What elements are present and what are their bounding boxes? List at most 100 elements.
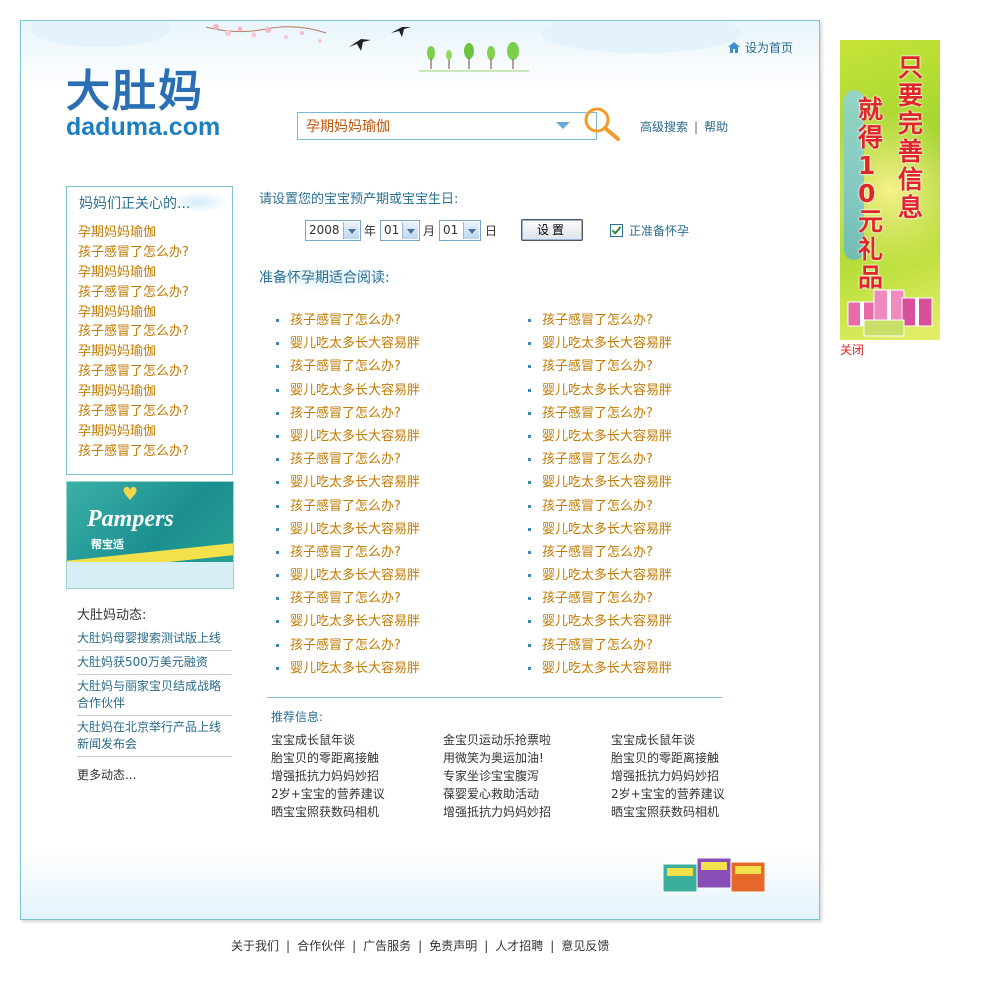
ad-brand-cn: 帮宝适 (91, 538, 124, 551)
footer-separator: | (352, 939, 357, 953)
news-more-link[interactable]: 更多动态... (77, 766, 136, 783)
article-item[interactable]: 孩子感冒了怎么办? (528, 587, 672, 610)
article-item[interactable]: 婴儿吃太多长大容易胖 (276, 425, 420, 448)
article-item[interactable]: 婴儿吃太多长大容易胖 (528, 564, 672, 587)
article-item[interactable]: 婴儿吃太多长大容易胖 (276, 332, 420, 355)
news-item[interactable]: 大肚妈母婴搜索测试版上线 (77, 627, 232, 651)
concern-item[interactable]: 孩子感冒了怎么办? (78, 362, 189, 382)
search-input[interactable] (306, 113, 551, 139)
recommend-item[interactable]: 宝宝成长鼠年谈 (271, 731, 385, 749)
banner-close-link[interactable]: 关闭 (840, 341, 864, 358)
recommend-item[interactable]: 金宝贝运动乐抢票啦 (443, 731, 551, 749)
banner-text-line2: 就得10元礼品 (858, 95, 884, 292)
concern-item[interactable]: 孕期妈妈瑜伽 (78, 342, 189, 362)
preparing-label[interactable]: 正准备怀孕 (629, 222, 689, 239)
promo-banner[interactable]: 只要完善信息 就得10元礼品 (840, 40, 940, 340)
article-item[interactable]: 婴儿吃太多长大容易胖 (528, 518, 672, 541)
search-box[interactable] (297, 112, 597, 140)
concern-item[interactable]: 孩子感冒了怎么办? (78, 442, 189, 462)
checkbox-icon[interactable] (610, 224, 623, 237)
set-home-link[interactable]: 设为首页 (728, 39, 793, 56)
article-item[interactable]: 婴儿吃太多长大容易胖 (276, 564, 420, 587)
search-magnifier-icon[interactable] (582, 105, 622, 145)
article-item[interactable]: 孩子感冒了怎么办? (276, 541, 420, 564)
article-item[interactable]: 婴儿吃太多长大容易胖 (528, 425, 672, 448)
article-item[interactable]: 婴儿吃太多长大容易胖 (528, 657, 672, 680)
footer-separator: | (418, 939, 423, 953)
diaper-products-image[interactable] (661, 856, 767, 894)
pampers-ad-banner[interactable]: ♥ Pampers 帮宝适 (66, 481, 234, 589)
concern-item[interactable]: 孕期妈妈瑜伽 (78, 223, 189, 243)
recommend-col-2: 金宝贝运动乐抢票啦 用微笑为奥运加油! 专家坐诊宝宝腹泻 葆婴爱心救助活动 增强… (443, 731, 551, 821)
dropdown-arrow-icon[interactable] (556, 122, 570, 129)
day-select[interactable]: 01 (439, 220, 481, 241)
article-item[interactable]: 孩子感冒了怎么办? (276, 355, 420, 378)
footer-link-jobs[interactable]: 人才招聘 (495, 939, 543, 953)
footer-link-about[interactable]: 关于我们 (231, 939, 279, 953)
recommend-item[interactable]: 晒宝宝照获数码相机 (611, 803, 725, 821)
article-item[interactable]: 婴儿吃太多长大容易胖 (528, 471, 672, 494)
recommend-item[interactable]: 葆婴爱心救助活动 (443, 785, 551, 803)
article-item[interactable]: 婴儿吃太多长大容易胖 (276, 610, 420, 633)
recommend-item[interactable]: 2岁+宝宝的营养建议 (611, 785, 725, 803)
concern-item[interactable]: 孕期妈妈瑜伽 (78, 422, 189, 442)
article-item[interactable]: 婴儿吃太多长大容易胖 (276, 471, 420, 494)
recommend-item[interactable]: 胎宝贝的零距离接触 (611, 749, 725, 767)
concern-item[interactable]: 孕期妈妈瑜伽 (78, 303, 189, 323)
article-item[interactable]: 孩子感冒了怎么办? (528, 634, 672, 657)
news-item[interactable]: 大肚妈与丽家宝贝结成战略合作伙伴 (77, 675, 232, 716)
footer-link-ads[interactable]: 广告服务 (363, 939, 411, 953)
set-button[interactable]: 设置 (521, 219, 583, 241)
dropdown-arrow-icon[interactable] (463, 222, 479, 239)
year-unit: 年 (364, 224, 377, 238)
article-item[interactable]: 婴儿吃太多长大容易胖 (528, 332, 672, 355)
dropdown-arrow-icon[interactable] (343, 222, 359, 239)
banner-text-line1: 只要完善信息 (898, 53, 924, 222)
article-item[interactable]: 孩子感冒了怎么办? (528, 541, 672, 564)
recommend-item[interactable]: 增强抵抗力妈妈妙招 (443, 803, 551, 821)
article-item[interactable]: 婴儿吃太多长大容易胖 (276, 379, 420, 402)
article-item[interactable]: 婴儿吃太多长大容易胖 (528, 610, 672, 633)
article-item[interactable]: 孩子感冒了怎么办? (276, 634, 420, 657)
ad-brand: Pampers (87, 506, 174, 532)
article-item[interactable]: 孩子感冒了怎么办? (276, 448, 420, 471)
concern-item[interactable]: 孕期妈妈瑜伽 (78, 382, 189, 402)
concern-list: 孕期妈妈瑜伽 孩子感冒了怎么办? 孕期妈妈瑜伽 孩子感冒了怎么办? 孕期妈妈瑜伽… (78, 223, 189, 462)
article-item[interactable]: 孩子感冒了怎么办? (528, 495, 672, 518)
month-select[interactable]: 01 (380, 220, 420, 241)
recommend-item[interactable]: 专家坐诊宝宝腹泻 (443, 767, 551, 785)
article-item[interactable]: 孩子感冒了怎么办? (528, 355, 672, 378)
news-item[interactable]: 大肚妈在北京举行产品上线新闻发布会 (77, 716, 232, 757)
recommend-item[interactable]: 宝宝成长鼠年谈 (611, 731, 725, 749)
footer-link-disclaimer[interactable]: 免责声明 (429, 939, 477, 953)
recommend-item[interactable]: 增强抵抗力妈妈妙招 (611, 767, 725, 785)
concern-item[interactable]: 孕期妈妈瑜伽 (78, 263, 189, 283)
concern-item[interactable]: 孩子感冒了怎么办? (78, 243, 189, 263)
article-item[interactable]: 婴儿吃太多长大容易胖 (276, 657, 420, 680)
footer-link-partners[interactable]: 合作伙伴 (297, 939, 345, 953)
article-item[interactable]: 孩子感冒了怎么办? (276, 402, 420, 425)
recommend-item[interactable]: 增强抵抗力妈妈妙招 (271, 767, 385, 785)
site-logo[interactable]: 大肚妈 daduma.com (66, 55, 246, 145)
article-item[interactable]: 孩子感冒了怎么办? (276, 309, 420, 332)
article-item[interactable]: 孩子感冒了怎么办? (276, 587, 420, 610)
article-item[interactable]: 孩子感冒了怎么办? (276, 495, 420, 518)
recommend-item[interactable]: 胎宝贝的零距离接触 (271, 749, 385, 767)
concern-item[interactable]: 孩子感冒了怎么办? (78, 402, 189, 422)
help-link[interactable]: 帮助 (704, 120, 728, 134)
recommend-item[interactable]: 晒宝宝照获数码相机 (271, 803, 385, 821)
article-item[interactable]: 孩子感冒了怎么办? (528, 448, 672, 471)
concern-item[interactable]: 孩子感冒了怎么办? (78, 322, 189, 342)
article-item[interactable]: 孩子感冒了怎么办? (528, 309, 672, 332)
advanced-search-link[interactable]: 高级搜索 (640, 120, 688, 134)
article-item[interactable]: 婴儿吃太多长大容易胖 (276, 518, 420, 541)
article-item[interactable]: 婴儿吃太多长大容易胖 (528, 379, 672, 402)
year-select[interactable]: 2008 (305, 220, 361, 241)
footer-link-feedback[interactable]: 意见反馈 (561, 939, 609, 953)
recommend-item[interactable]: 2岁+宝宝的营养建议 (271, 785, 385, 803)
dropdown-arrow-icon[interactable] (402, 222, 418, 239)
article-item[interactable]: 孩子感冒了怎么办? (528, 402, 672, 425)
concern-item[interactable]: 孩子感冒了怎么办? (78, 283, 189, 303)
recommend-item[interactable]: 用微笑为奥运加油! (443, 749, 551, 767)
news-item[interactable]: 大肚妈获500万美元融资 (77, 651, 232, 675)
